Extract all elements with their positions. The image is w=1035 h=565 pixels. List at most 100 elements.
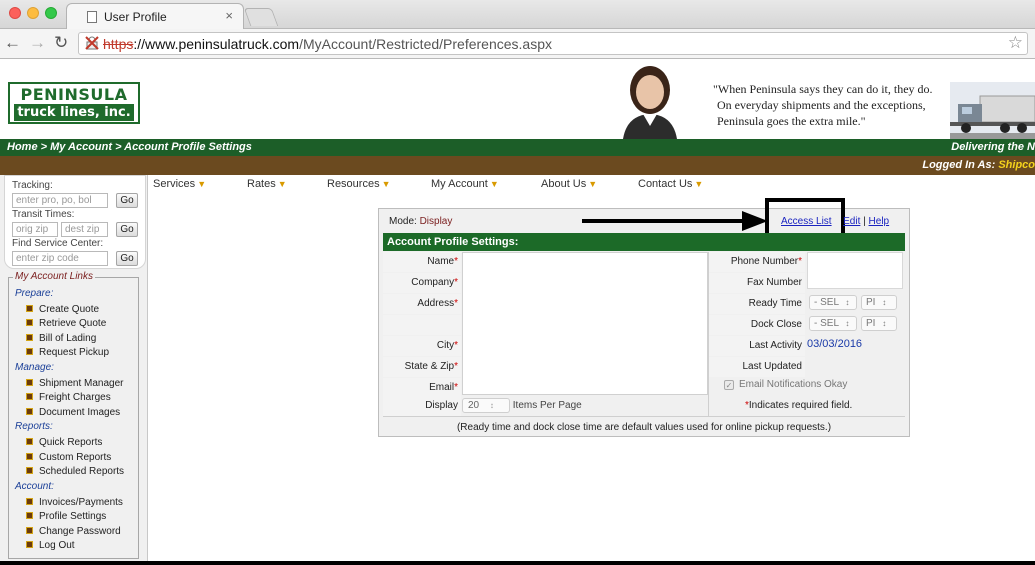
link-document-images[interactable]: Document Images	[26, 407, 120, 418]
table-bottom-border	[383, 416, 905, 417]
service-go-button[interactable]: Go	[116, 251, 138, 266]
address-label: Address*	[383, 294, 461, 314]
my-account-links: My Account Links Prepare: Create Quote R…	[8, 271, 139, 559]
link-scheduled-reports[interactable]: Scheduled Reports	[26, 466, 124, 477]
state-zip-label: State & Zip*	[383, 357, 461, 377]
account-profile-panel: Mode: Display Access List Edit | Help Ac…	[378, 198, 910, 437]
fax-number-label: Fax Number	[709, 273, 805, 293]
help-link[interactable]: Help	[869, 216, 890, 227]
nav-rates[interactable]: Rates ▼	[247, 178, 287, 190]
phone-fax-values	[807, 252, 903, 289]
tracking-label: Tracking:	[12, 180, 53, 191]
last-activity-value: 03/03/2016	[807, 338, 863, 350]
link-shipment-manager[interactable]: Shipment Manager	[26, 378, 124, 389]
link-log-out[interactable]: Log Out	[26, 540, 75, 551]
nav-about-us[interactable]: About Us ▼	[541, 178, 597, 190]
company-label: Company*	[383, 273, 461, 293]
display-label: Display	[383, 396, 461, 416]
nav-contact-us[interactable]: Contact Us ▼	[638, 178, 703, 190]
link-profile-settings[interactable]: Profile Settings	[26, 511, 106, 522]
address-bar[interactable]: https://www.peninsulatruck.com/MyAccount…	[78, 32, 1028, 55]
access-list-link[interactable]: Access List	[781, 216, 832, 227]
transit-times-label: Transit Times:	[12, 209, 75, 220]
caret-down-icon: ▼	[489, 179, 499, 189]
spokesperson-photo	[623, 66, 677, 139]
peninsula-logo[interactable]: PENINSULA truck lines, inc.	[8, 82, 140, 124]
link-change-password[interactable]: Change Password	[26, 526, 121, 537]
back-arrow-icon[interactable]: ←	[4, 33, 21, 53]
items-per-page-label: Items Per Page	[512, 400, 582, 411]
truck-image	[950, 82, 1035, 139]
bullet-icon	[26, 305, 33, 312]
caret-down-icon: ▼	[588, 179, 598, 189]
email-notifications-checkbox[interactable]: ✓ Email Notifications Okay	[724, 379, 847, 390]
ready-time-ampm-select[interactable]: PI ↕	[861, 295, 897, 310]
tab-close-icon[interactable]: ×	[225, 8, 233, 23]
address-line2-label	[383, 315, 461, 335]
link-freight-charges[interactable]: Freight Charges	[26, 392, 111, 403]
dock-close-ampm-select[interactable]: PI ↕	[861, 316, 897, 331]
link-quick-reports[interactable]: Quick Reports	[26, 437, 102, 448]
nav-my-account[interactable]: My Account ▼	[431, 178, 499, 190]
caret-down-icon: ▼	[197, 179, 207, 189]
link-invoices-payments[interactable]: Invoices/Payments	[26, 497, 123, 508]
nav-services[interactable]: Services ▼	[153, 178, 206, 190]
user-bar: Logged In As: Shipco	[0, 156, 1035, 175]
link-bill-of-lading[interactable]: Bill of Lading	[26, 333, 96, 344]
caret-down-icon: ▼	[694, 179, 704, 189]
group-prepare-label: Prepare:	[15, 288, 54, 299]
tracking-input[interactable]: enter pro, po, bol	[12, 193, 108, 208]
logged-in-status: Logged In As: Shipco	[922, 159, 1035, 171]
bullet-icon	[26, 527, 33, 534]
close-window-button[interactable]	[9, 7, 21, 19]
new-tab-button[interactable]	[243, 8, 279, 26]
dock-close-hour-select[interactable]: - SEL ↕	[809, 316, 857, 331]
tagline: Delivering the N	[951, 141, 1035, 153]
separator: |	[863, 216, 866, 227]
checkbox-check-icon: ✓	[724, 380, 734, 390]
pickup-footnote: (Ready time and dock close time are defa…	[456, 422, 832, 433]
tracking-go-button[interactable]: Go	[116, 193, 138, 208]
caret-down-icon: ▼	[381, 179, 391, 189]
browser-tab[interactable]: User Profile ×	[66, 3, 244, 29]
site-header: PENINSULA truck lines, inc. "When Penins…	[0, 60, 1035, 139]
last-activity-label: Last Activity	[709, 336, 805, 356]
maximize-window-button[interactable]	[45, 7, 57, 19]
page-icon	[87, 11, 97, 23]
edit-link[interactable]: Edit	[843, 216, 860, 227]
forward-arrow-icon[interactable]: →	[29, 33, 46, 53]
dock-close-label: Dock Close	[709, 315, 805, 335]
link-custom-reports[interactable]: Custom Reports	[26, 452, 111, 463]
service-zip-input[interactable]: enter zip code	[12, 251, 108, 266]
link-create-quote[interactable]: Create Quote	[26, 304, 99, 315]
orig-zip-input[interactable]: orig zip	[12, 222, 58, 237]
ready-time-hour-select[interactable]: - SEL ↕	[809, 295, 857, 310]
bullet-icon	[26, 348, 33, 355]
nav-resources[interactable]: Resources ▼	[327, 178, 391, 190]
bullet-icon	[26, 408, 33, 415]
bookmark-star-icon[interactable]: ☆	[1008, 33, 1023, 53]
link-request-pickup[interactable]: Request Pickup	[26, 347, 109, 358]
browser-toolbar: ← → ↻ https://www.peninsulatruck.com/MyA…	[0, 29, 1035, 59]
link-retrieve-quote[interactable]: Retrieve Quote	[26, 318, 106, 329]
bullet-icon	[26, 393, 33, 400]
bullet-icon	[26, 319, 33, 326]
panel-actions: Access List Edit | Help	[781, 216, 889, 227]
dest-zip-input[interactable]: dest zip	[61, 222, 108, 237]
minimize-window-button[interactable]	[27, 7, 39, 19]
sidebar: Tracking: enter pro, po, bol Go Transit …	[0, 175, 148, 565]
group-account-label: Account:	[15, 481, 54, 492]
breadcrumb: Home > My Account > Account Profile Sett…	[0, 139, 1035, 156]
dock-close-selects: - SEL ↕ PI ↕	[809, 316, 901, 331]
annotation-arrow-icon	[582, 211, 768, 231]
transit-go-button[interactable]: Go	[116, 222, 138, 237]
profile-values-area	[462, 252, 708, 395]
items-per-page-select[interactable]: 20 ↕	[462, 397, 510, 413]
reload-icon[interactable]: ↻	[54, 33, 68, 53]
main-nav: Services ▼ Rates ▼ Resources ▼ My Account ▼ …	[148, 175, 1035, 193]
bullet-icon	[26, 467, 33, 474]
name-label: Name*	[383, 252, 461, 272]
bullet-icon	[26, 438, 33, 445]
breadcrumb-text[interactable]: Home > My Account > Account Profile Sett…	[7, 139, 252, 156]
caret-down-icon: ▼	[277, 179, 287, 189]
